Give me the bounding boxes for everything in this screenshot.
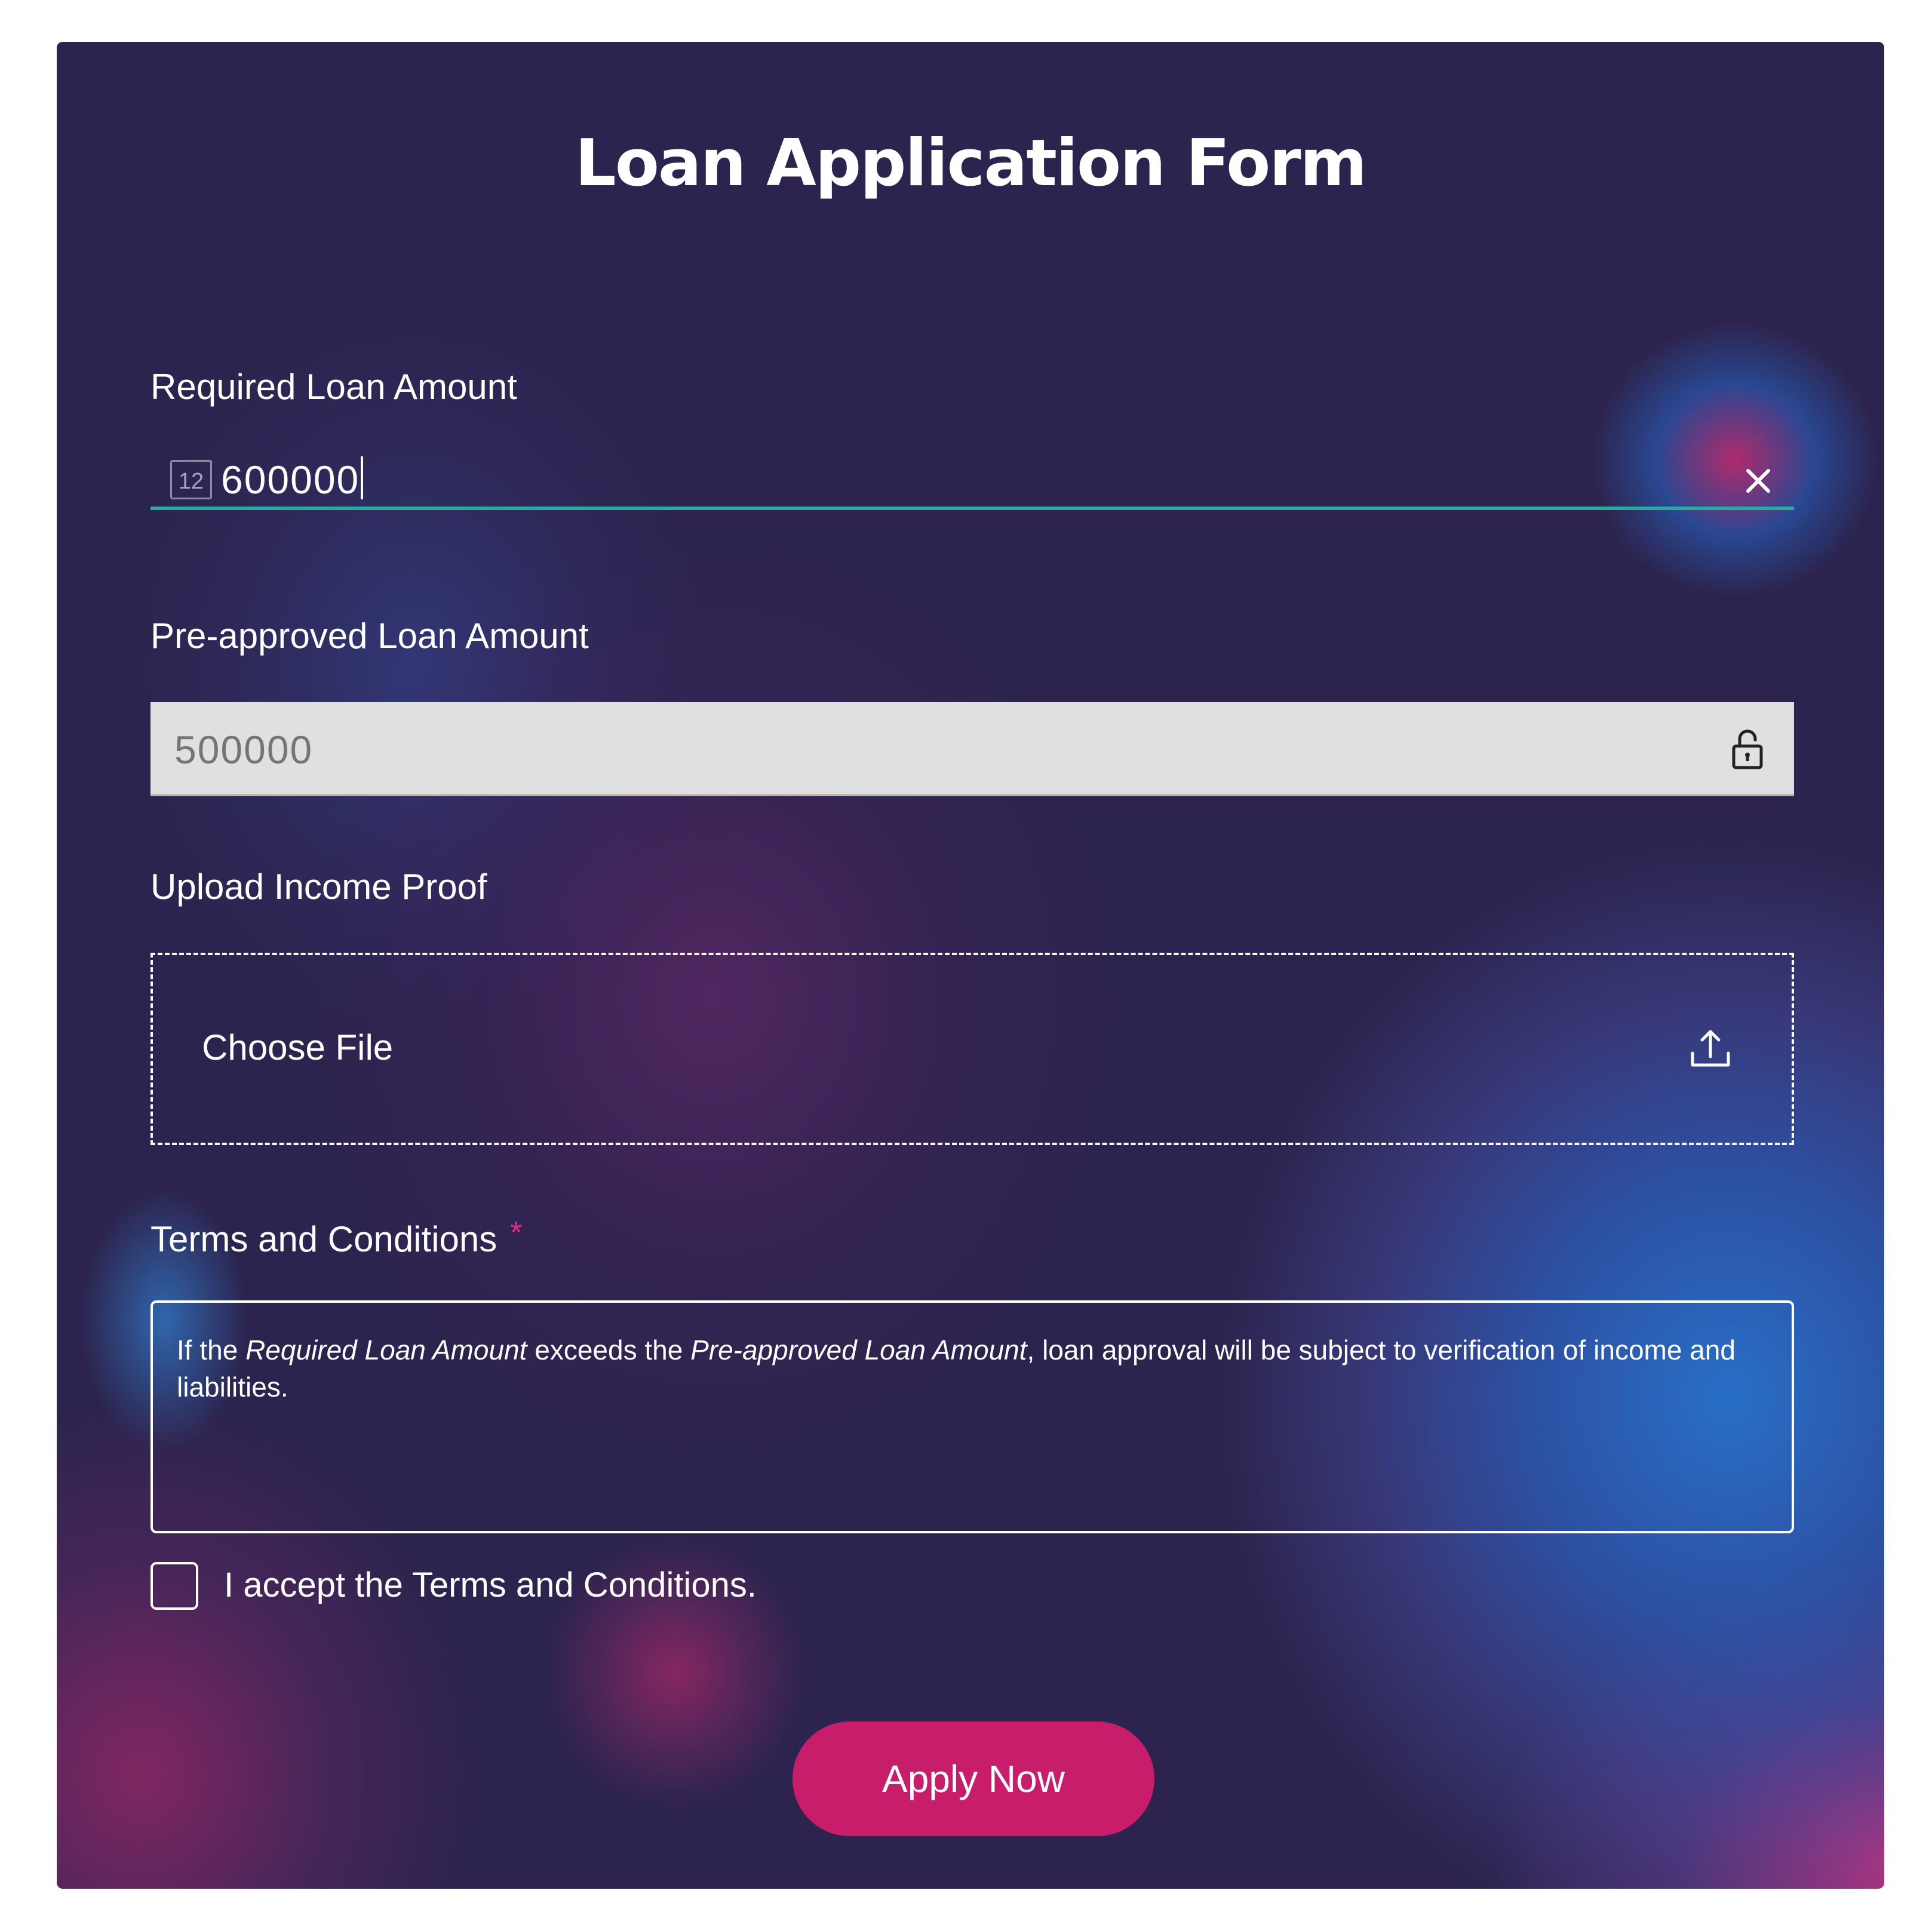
preapproved-loan-amount-label: Pre-approved Loan Amount	[150, 616, 589, 656]
terms-label: Terms and Conditions	[150, 1219, 497, 1259]
accept-terms-label[interactable]: I accept the Terms and Conditions.	[224, 1568, 757, 1603]
terms-label-row: Terms and Conditions *	[150, 1217, 523, 1257]
number-type-icon: 12	[170, 460, 212, 499]
terms-text-emphasis: Pre-approved Loan Amount	[690, 1334, 1027, 1365]
required-loan-amount-field[interactable]: 12 600000	[150, 436, 1794, 510]
required-marker: *	[510, 1216, 523, 1250]
terms-text-part: If the	[177, 1334, 246, 1365]
upload-icon[interactable]	[1689, 1027, 1732, 1070]
upload-income-proof-label: Upload Income Proof	[150, 867, 487, 907]
required-loan-amount-label: Required Loan Amount	[150, 367, 517, 407]
choose-file-button[interactable]: Choose File	[202, 1030, 393, 1066]
preapproved-loan-amount-field: 500000	[150, 702, 1794, 796]
form-title: Loan Application Form	[575, 126, 1367, 201]
preapproved-loan-amount-value: 500000	[174, 728, 314, 772]
terms-text-part: exceeds the	[527, 1334, 691, 1365]
accept-terms-checkbox[interactable]	[150, 1562, 198, 1610]
lock-icon	[1732, 729, 1763, 769]
required-loan-amount-input[interactable]: 600000	[221, 456, 364, 504]
file-upload-dropzone[interactable]: Choose File	[150, 953, 1794, 1145]
text-caret	[361, 456, 364, 499]
loan-application-card: Loan Application Form Required Loan Amou…	[57, 42, 1884, 1889]
close-icon[interactable]	[1743, 466, 1773, 496]
terms-text-emphasis: Required Loan Amount	[245, 1334, 527, 1365]
required-loan-amount-value: 600000	[221, 458, 360, 502]
apply-now-button[interactable]: Apply Now	[793, 1721, 1154, 1836]
terms-text-box: If the Required Loan Amount exceeds the …	[150, 1300, 1794, 1533]
